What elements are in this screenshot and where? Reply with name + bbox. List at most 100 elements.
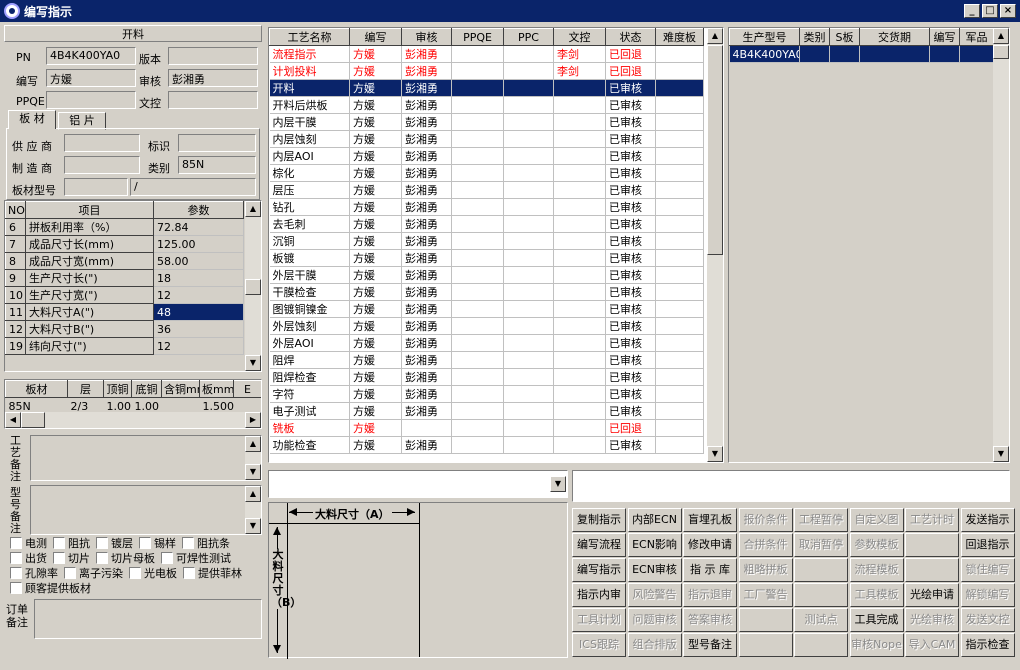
scroll-up-icon[interactable]: ▲ (707, 28, 723, 44)
empty-button-slot[interactable] (738, 608, 793, 632)
table-row[interactable]: 内层蚀刻 方媛 彭湘勇 已审核 (269, 130, 704, 148)
table-row[interactable]: 流程指示 方媛 彭湘勇 李剑 已回退 (269, 45, 704, 63)
layers-col-header[interactable]: 板材 (5, 380, 68, 398)
checkbox-option[interactable]: 锡样 (139, 535, 176, 550)
action-button-0-1[interactable]: 内部ECN (627, 508, 682, 532)
col-item[interactable]: 项目 (25, 201, 154, 219)
action-button-1-3[interactable]: 合拼条件 (738, 533, 793, 557)
table-row[interactable]: 层压 方媛 彭湘勇 已审核 (269, 181, 704, 199)
tab-board[interactable]: 板 材 (8, 110, 56, 129)
maximize-button[interactable]: □ (982, 4, 998, 18)
checkbox-option[interactable]: 切片 (53, 550, 90, 565)
action-button-4-7[interactable]: 发送文控 (960, 608, 1015, 632)
checkbox-option[interactable]: 电测 (10, 535, 47, 550)
scroll-thumb[interactable] (21, 412, 45, 428)
table-row[interactable]: 功能检查 方媛 彭湘勇 已审核 (269, 436, 704, 454)
table-row[interactable]: 19 纬向尺寸(") 12 (5, 337, 244, 355)
param-value[interactable]: 125.00 (153, 235, 244, 253)
table-row[interactable]: 干膜检查 方媛 彭湘勇 已审核 (269, 283, 704, 301)
action-button-3-5[interactable]: 工具模板 (849, 583, 904, 607)
scroll-down-icon[interactable]: ▼ (245, 355, 261, 371)
process-col-header[interactable]: 工艺名称 (269, 28, 350, 46)
param-value[interactable]: 72.84 (153, 218, 244, 236)
scroll-down-icon[interactable]: ▼ (707, 446, 723, 462)
table-row[interactable]: 8 成品尺寸宽(mm) 58.00 (5, 252, 244, 270)
notes-scrollbar[interactable]: ▲ ▼ (245, 486, 261, 534)
param-value[interactable]: 18 (153, 269, 244, 287)
table-row[interactable]: 6 拼板利用率（%） 72.84 (5, 218, 244, 236)
action-button-1-4[interactable]: 取消暂停 (794, 533, 848, 557)
table-row[interactable]: 10 生产尺寸宽(") 12 (5, 286, 244, 304)
action-button-1-0[interactable]: 编写流程 (572, 533, 626, 557)
table-row[interactable]: 板镀 方媛 彭湘勇 已审核 (269, 249, 704, 267)
scroll-up-icon[interactable]: ▲ (245, 436, 261, 452)
checkbox-box[interactable] (53, 536, 65, 549)
action-button-0-0[interactable]: 复制指示 (572, 508, 626, 532)
action-button-4-6[interactable]: 光绘审核 (905, 608, 959, 632)
checkbox-box[interactable] (10, 581, 22, 594)
layers-hscroll[interactable]: ◀ ▶ (5, 412, 261, 428)
writer-field[interactable]: 方媛 (46, 69, 136, 87)
checkbox-box[interactable] (10, 566, 22, 579)
checkbox-option[interactable]: 阻抗 (53, 535, 90, 550)
table-row[interactable]: 去毛刺 方媛 彭湘勇 已审核 (269, 215, 704, 233)
param-value[interactable]: 48 (153, 303, 244, 321)
process-col-header[interactable]: PPQE (451, 28, 504, 46)
command-input[interactable] (572, 470, 1010, 502)
checkbox-option[interactable]: 切片母板 (96, 550, 155, 565)
param-value[interactable]: 58.00 (153, 252, 244, 270)
process-col-header[interactable]: PPC (503, 28, 554, 46)
auditor-field[interactable]: 彭湘勇 (168, 69, 258, 87)
action-button-5-1[interactable]: 组合排版 (627, 633, 682, 657)
action-button-2-1[interactable]: ECN审核 (627, 558, 682, 582)
scroll-right-icon[interactable]: ▶ (245, 412, 261, 428)
scroll-thumb[interactable] (245, 279, 261, 295)
layers-col-header[interactable]: 层 (67, 380, 104, 398)
action-button-2-5[interactable]: 流程模板 (849, 558, 904, 582)
checkbox-box[interactable] (53, 551, 65, 564)
checkbox-box[interactable] (183, 566, 195, 579)
table-row[interactable]: 内层干膜 方媛 彭湘勇 已审核 (269, 113, 704, 131)
scroll-thumb[interactable] (993, 45, 1009, 59)
model-field-2[interactable]: / (130, 178, 256, 196)
action-button-3-3[interactable]: 工厂警告 (738, 583, 793, 607)
process-combo[interactable]: ▼ (268, 470, 568, 498)
action-button-5-5[interactable]: 审核Nope (849, 633, 904, 657)
layers-col-header[interactable]: 板mm (199, 380, 234, 398)
table-row[interactable]: 计划投料 方媛 彭湘勇 李剑 已回退 (269, 62, 704, 80)
params-scrollbar[interactable]: ▲ ▼ (245, 201, 261, 371)
table-row[interactable]: 7 成品尺寸长(mm) 125.00 (5, 235, 244, 253)
scroll-up-icon[interactable]: ▲ (245, 201, 261, 217)
wenkong-field[interactable] (168, 91, 258, 109)
action-button-3-7[interactable]: 解锁编写 (960, 583, 1015, 607)
checkbox-box[interactable] (96, 551, 108, 564)
table-row[interactable]: 沉铜 方媛 彭湘勇 已审核 (269, 232, 704, 250)
action-button-4-5[interactable]: 工具完成 (849, 608, 904, 632)
table-row[interactable]: 铣板 方媛 已回退 (269, 419, 704, 437)
empty-button-slot[interactable] (794, 633, 848, 657)
mark-field[interactable] (178, 134, 256, 152)
models-col-header[interactable]: 类别 (799, 28, 830, 46)
checkbox-option[interactable]: 出货 (10, 550, 47, 565)
checkbox-box[interactable] (10, 551, 22, 564)
action-button-0-7[interactable]: 发送指示 (960, 508, 1015, 532)
action-button-2-7[interactable]: 锁住编写 (960, 558, 1015, 582)
process-col-header[interactable]: 编写 (349, 28, 402, 46)
empty-button-slot[interactable] (738, 633, 793, 657)
pn-field[interactable]: 4B4K400YA0 (46, 47, 136, 65)
action-button-0-4[interactable]: 工程暂停 (794, 508, 848, 532)
table-row[interactable]: 图镀铜镍金 方媛 彭湘勇 已审核 (269, 300, 704, 318)
close-button[interactable]: × (1000, 4, 1016, 18)
scroll-down-icon[interactable]: ▼ (993, 446, 1009, 462)
table-row[interactable]: 钻孔 方媛 彭湘勇 已审核 (269, 198, 704, 216)
models-scrollbar[interactable]: ▲ ▼ (993, 28, 1009, 462)
models-col-header[interactable]: 编写 (929, 28, 960, 46)
minimize-button[interactable]: _ (964, 4, 980, 18)
col-param[interactable]: 参数 (153, 201, 244, 219)
action-button-3-0[interactable]: 指示内审 (572, 583, 626, 607)
scroll-left-icon[interactable]: ◀ (5, 412, 21, 428)
process-notes-field[interactable]: ▲ ▼ (30, 435, 262, 481)
layers-col-header[interactable]: 含铜mm (161, 380, 200, 398)
models-col-header[interactable]: 交货期 (859, 28, 930, 46)
action-button-5-2[interactable]: 型号备注 (683, 633, 737, 657)
